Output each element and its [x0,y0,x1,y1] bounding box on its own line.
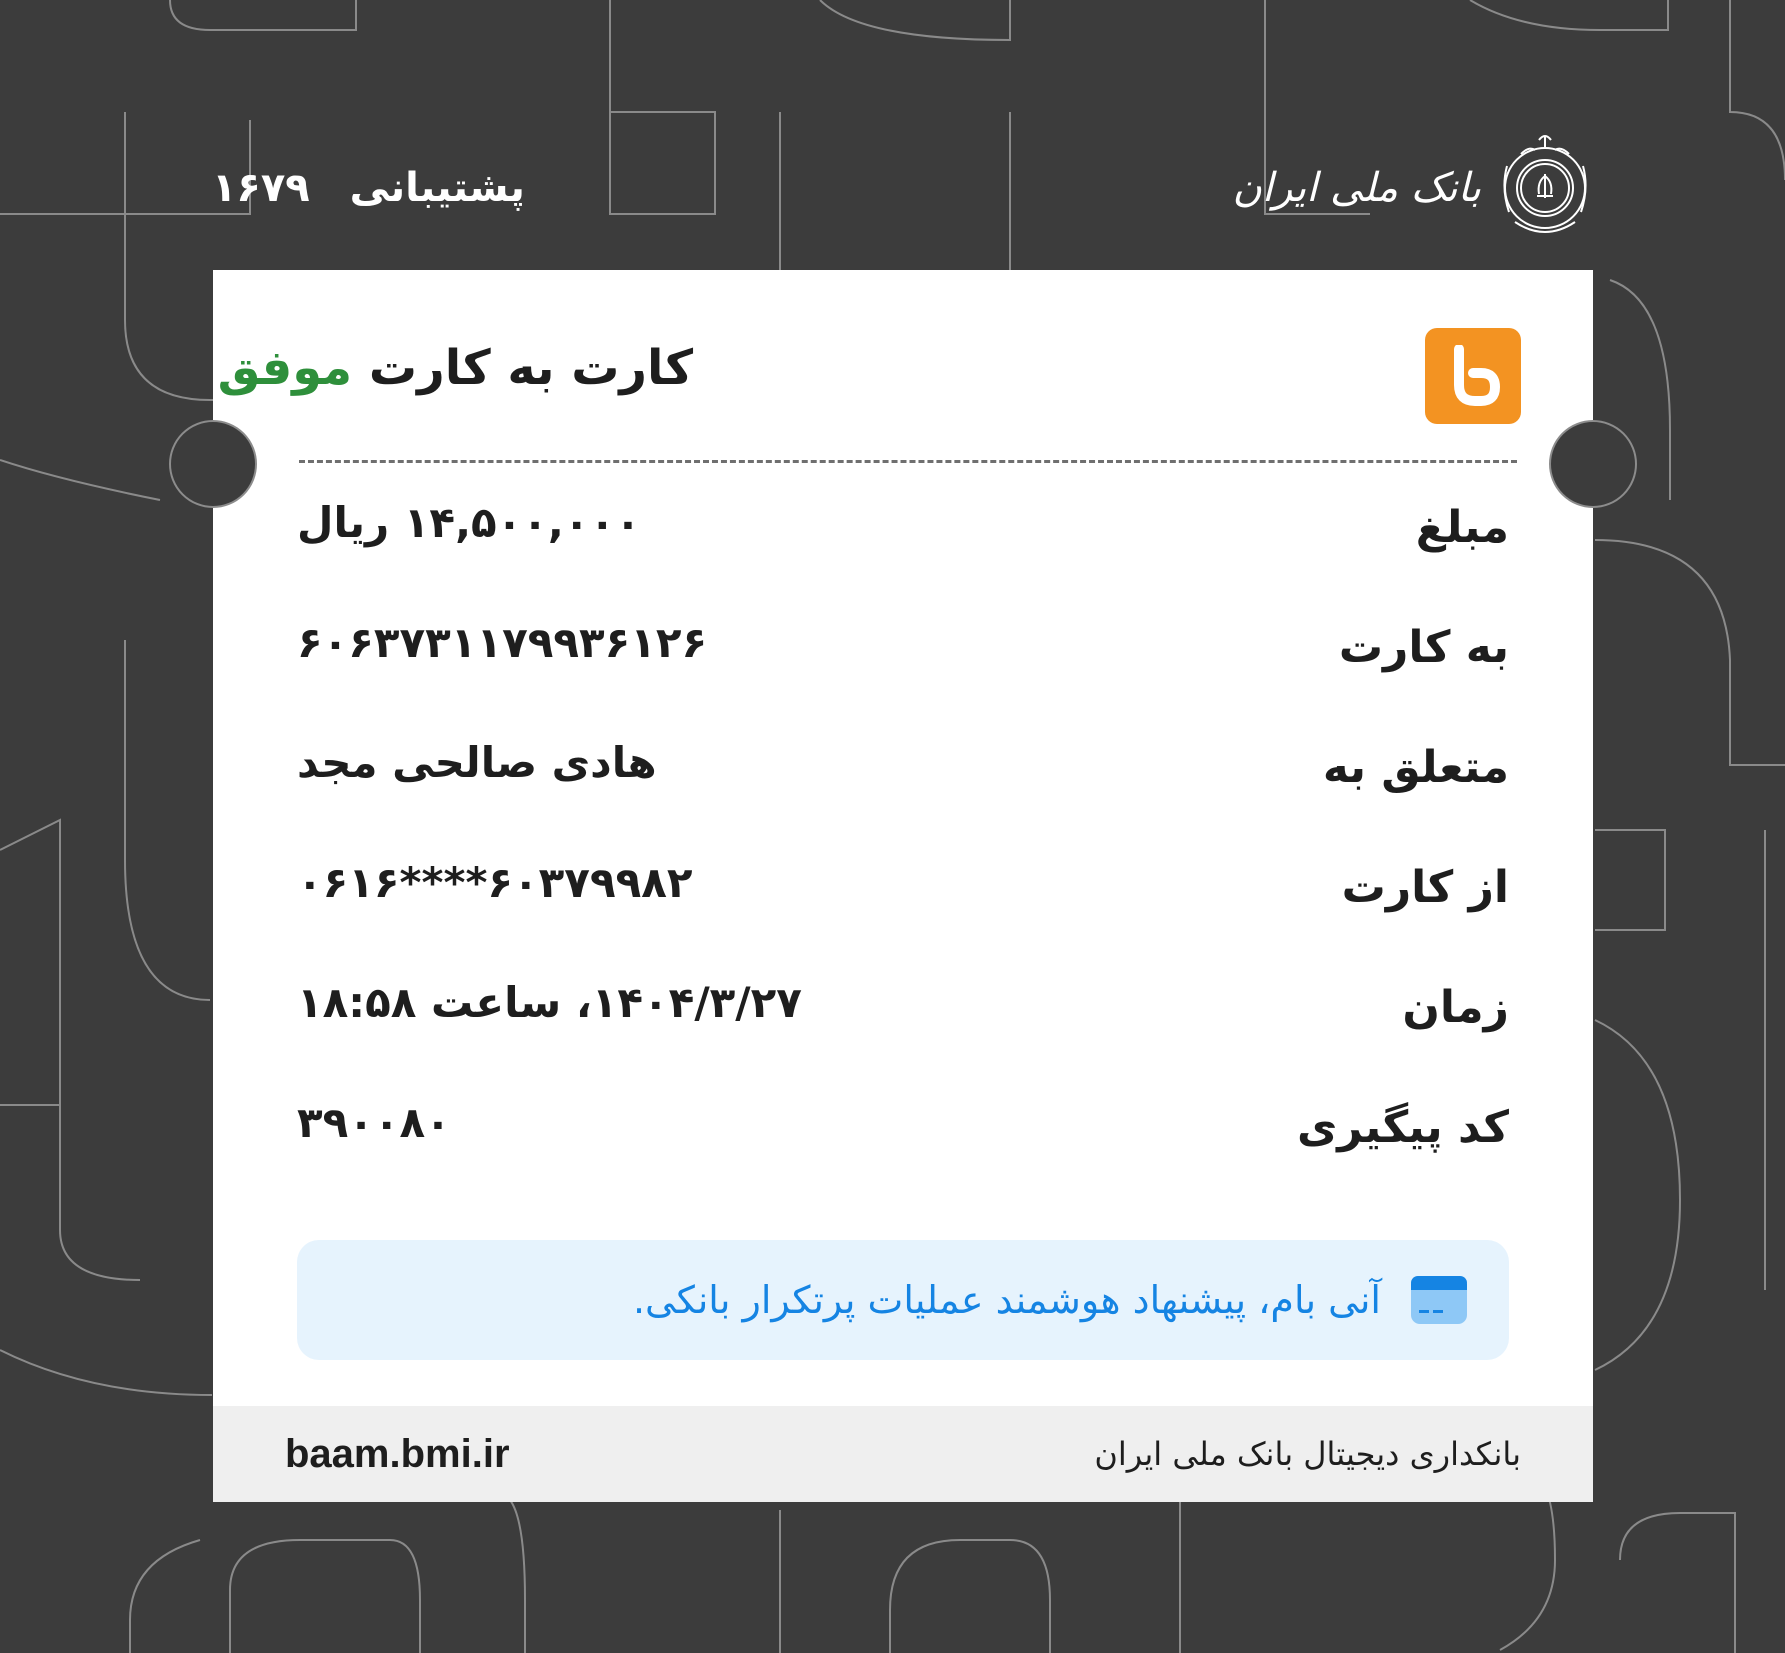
detail-label: از کارت [1341,862,1509,913]
detail-value: ۶۰۳۷۹۹۸۲****۰۶۱۶ [297,858,693,907]
baam-logo-icon [1425,328,1521,424]
receipt-card: کارت به کارت موفق مبلغ ۱۴,۵۰۰,۰۰۰ ریال ب… [169,270,1637,1502]
detail-row-owner: متعلق به هادی صالحی مجد [297,738,1509,858]
receipt-footer: بانکداری دیجیتال بانک ملی ایران baam.bmi… [213,1406,1593,1502]
receipt-header: کارت به کارت موفق [213,270,1593,460]
detail-row-to-card: به کارت ۶۰۶۳۷۳۱۱۷۹۹۳۶۱۲۶ [297,618,1509,738]
detail-value: ۳۹۰۰۸۰ [297,1098,451,1147]
status-badge: موفق [217,340,353,396]
receipt-title-prefix: کارت به کارت [368,340,693,396]
detail-value: ۱۴۰۴/۳/۲۷، ساعت ۱۸:۵۸ [297,978,802,1027]
detail-row-tracking-code: کد پیگیری ۳۹۰۰۸۰ [297,1098,1509,1218]
detail-row-amount: مبلغ ۱۴,۵۰۰,۰۰۰ ریال [297,498,1509,618]
footer-url-link[interactable]: baam.bmi.ir [285,1432,510,1477]
support-info: ۱۶۷۹ پشتیبانی [212,160,525,216]
detail-value: هادی صالحی مجد [297,738,657,787]
promo-banner[interactable]: آنی بام، پیشنهاد هوشمند عملیات پرتکرار ب… [297,1240,1509,1360]
bank-logo: بانک ملی ایران [1233,126,1596,250]
detail-label: زمان [1402,982,1509,1033]
bmi-emblem-icon [1503,135,1587,233]
support-label: پشتیبانی [349,165,525,211]
transaction-details: مبلغ ۱۴,۵۰۰,۰۰۰ ریال به کارت ۶۰۶۳۷۳۱۱۷۹۹… [297,498,1509,1218]
receipt-screen: ۱۶۷۹ پشتیبانی بانک ملی ایران کارت به کار… [0,0,1785,1653]
dashed-divider [299,460,1517,463]
bank-name: بانک ملی ایران [1232,165,1482,211]
detail-value: ۶۰۶۳۷۳۱۱۷۹۹۳۶۱۲۶ [297,618,708,667]
detail-label: به کارت [1338,622,1509,673]
detail-value: ۱۴,۵۰۰,۰۰۰ ریال [297,498,641,547]
receipt-title: کارت به کارت موفق [218,340,693,396]
promo-text: آنی بام، پیشنهاد هوشمند عملیات پرتکرار ب… [632,1278,1381,1322]
footer-title: بانکداری دیجیتال بانک ملی ایران [1094,1435,1521,1473]
detail-row-time: زمان ۱۴۰۴/۳/۲۷، ساعت ۱۸:۵۸ [297,978,1509,1098]
detail-label: متعلق به [1322,742,1509,793]
card-icon [1411,1276,1467,1324]
detail-label: مبلغ [1415,502,1509,553]
detail-row-from-card: از کارت ۶۰۳۷۹۹۸۲****۰۶۱۶ [297,858,1509,978]
detail-label: کد پیگیری [1296,1102,1509,1153]
support-number: ۱۶۷۹ [212,165,310,211]
